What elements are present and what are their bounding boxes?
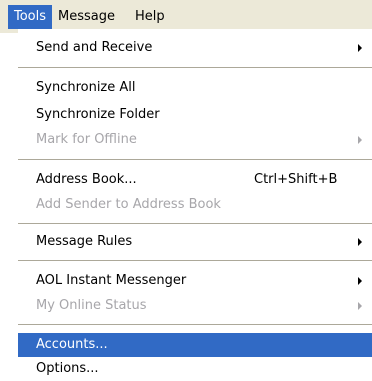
menu-separator — [18, 67, 372, 68]
menu-item-message-rules[interactable]: Message Rules — [18, 230, 372, 254]
tools-dropdown-menu: Send and Receive Synchronize All Synchro… — [18, 29, 372, 381]
menu-item-address-book[interactable]: Address Book... Ctrl+Shift+B — [18, 168, 372, 192]
menu-separator — [18, 159, 372, 160]
menu-item-synchronize-all[interactable]: Synchronize All — [18, 76, 372, 100]
submenu-arrow-icon — [358, 302, 362, 310]
submenu-arrow-icon — [358, 277, 362, 285]
menu-item-label: Send and Receive — [36, 40, 153, 55]
menu-item-synchronize-folder[interactable]: Synchronize Folder — [18, 103, 372, 127]
menu-item-mark-for-offline[interactable]: Mark for Offline — [18, 128, 372, 152]
menu-help[interactable]: Help — [129, 5, 171, 29]
menu-separator — [18, 260, 372, 261]
menu-item-label: Message Rules — [36, 234, 133, 249]
menu-item-label: My Online Status — [36, 298, 147, 313]
menu-item-options[interactable]: Options... — [18, 357, 372, 381]
menu-item-label: Address Book... — [36, 172, 137, 187]
submenu-arrow-icon — [358, 44, 362, 52]
menu-separator — [18, 223, 372, 224]
menu-item-label: Synchronize Folder — [36, 107, 160, 122]
menu-item-aol-instant-messenger[interactable]: AOL Instant Messenger — [18, 269, 372, 293]
menu-separator — [18, 324, 372, 325]
menu-item-my-online-status[interactable]: My Online Status — [18, 294, 372, 318]
menu-item-add-sender-to-address-book[interactable]: Add Sender to Address Book — [18, 193, 372, 217]
menu-item-send-and-receive[interactable]: Send and Receive — [18, 36, 372, 60]
menu-item-label: Synchronize All — [36, 80, 136, 95]
submenu-arrow-icon — [358, 238, 362, 246]
menu-item-shortcut: Ctrl+Shift+B — [254, 172, 338, 187]
menu-tools[interactable]: Tools — [8, 5, 53, 29]
menu-item-label: Add Sender to Address Book — [36, 197, 221, 212]
menu-item-label: Accounts... — [36, 337, 108, 352]
menu-item-accounts[interactable]: Accounts... — [18, 333, 372, 357]
menu-item-label: AOL Instant Messenger — [36, 273, 187, 288]
menu-message[interactable]: Message — [52, 5, 121, 29]
submenu-arrow-icon — [358, 136, 362, 144]
menu-item-label: Options... — [36, 361, 99, 376]
menu-item-label: Mark for Offline — [36, 132, 137, 147]
